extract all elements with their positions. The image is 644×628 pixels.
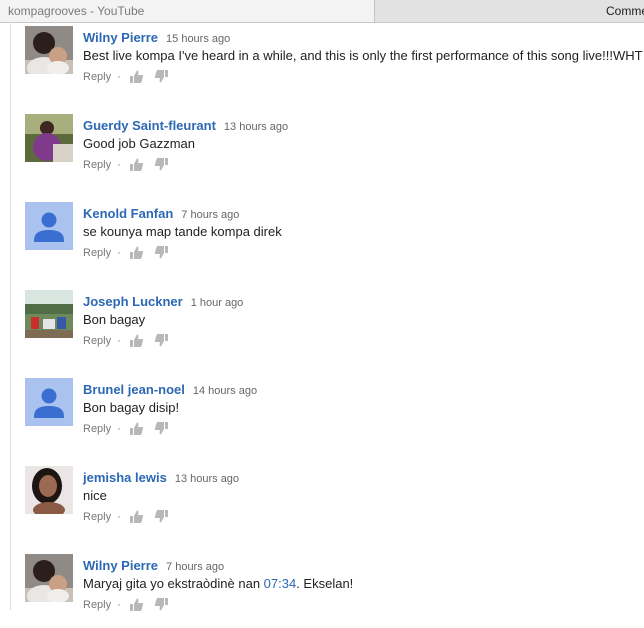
comment-text: Bon bagay bbox=[83, 312, 146, 327]
comment-text: Maryaj gita yo ekstraòdinè nan 07:34. Ek… bbox=[83, 576, 644, 591]
comment-item: Joseph Luckner 1 hour ago Bon bagay Reply… bbox=[25, 290, 644, 364]
comment-author-link[interactable]: Joseph Luckner bbox=[83, 294, 183, 309]
comment-author-link[interactable]: Wilny Pierre bbox=[83, 558, 158, 573]
video-timestamp-link[interactable]: 07:34 bbox=[264, 576, 297, 591]
separator-dot: · bbox=[117, 599, 121, 611]
reply-button[interactable]: Reply bbox=[83, 157, 111, 173]
separator-dot: · bbox=[117, 423, 121, 435]
default-avatar-icon[interactable] bbox=[25, 202, 73, 250]
comment-text: Good job Gazzman bbox=[83, 136, 196, 151]
tab-title: kompagrooves - YouTube bbox=[8, 4, 145, 18]
tab-comments[interactable]: Comme bbox=[375, 0, 644, 22]
comment-timestamp[interactable]: 13 hours ago bbox=[224, 121, 288, 133]
separator-dot: · bbox=[117, 335, 121, 347]
thumbs-down-icon[interactable] bbox=[154, 333, 169, 348]
avatar[interactable] bbox=[25, 466, 73, 514]
thumbs-down-icon[interactable] bbox=[154, 157, 169, 172]
avatar[interactable] bbox=[25, 290, 73, 338]
comment-text-part: . Ekselan! bbox=[296, 576, 354, 591]
thumbs-down-icon[interactable] bbox=[154, 69, 169, 84]
separator-dot: · bbox=[117, 159, 121, 171]
comment-timestamp[interactable]: 15 hours ago bbox=[166, 33, 230, 45]
thumbs-down-icon[interactable] bbox=[154, 509, 169, 524]
comment-author-link[interactable]: Kenold Fanfan bbox=[83, 206, 173, 221]
reply-button[interactable]: Reply bbox=[83, 421, 111, 437]
thumbs-up-icon[interactable] bbox=[129, 509, 144, 524]
comment-author-link[interactable]: Brunel jean-noel bbox=[83, 382, 185, 397]
comment-text: se kounya map tande kompa direk bbox=[83, 224, 282, 239]
comment-timestamp[interactable]: 1 hour ago bbox=[191, 297, 244, 309]
tab-title: Comme bbox=[606, 4, 644, 18]
comment-actions: Reply · bbox=[83, 69, 179, 85]
reply-button[interactable]: Reply bbox=[83, 69, 111, 85]
comment-author-link[interactable]: Wilny Pierre bbox=[83, 30, 158, 45]
page-left-border bbox=[10, 22, 11, 610]
reply-button[interactable]: Reply bbox=[83, 333, 111, 349]
thumbs-up-icon[interactable] bbox=[129, 245, 144, 260]
comment-actions: Reply · bbox=[83, 333, 179, 349]
thumbs-up-icon[interactable] bbox=[129, 421, 144, 436]
comment-text: nice bbox=[83, 488, 107, 503]
avatar[interactable] bbox=[25, 554, 73, 602]
comment-text-part: Maryaj gita yo ekstraòdinè nan bbox=[83, 576, 264, 591]
thumbs-down-icon[interactable] bbox=[154, 421, 169, 436]
comment-item: Brunel jean-noel 14 hours ago Bon bagay d… bbox=[25, 378, 644, 452]
comment-author-link[interactable]: jemisha lewis bbox=[83, 470, 167, 485]
comment-text: Bon bagay disip! bbox=[83, 400, 180, 415]
comment-actions: Reply · bbox=[83, 421, 179, 437]
comment-text: Best live kompa I've heard in a while, a… bbox=[83, 48, 643, 63]
comment-actions: Reply · bbox=[83, 597, 179, 613]
default-avatar-icon[interactable] bbox=[25, 378, 73, 426]
thumbs-down-icon[interactable] bbox=[154, 245, 169, 260]
separator-dot: · bbox=[117, 511, 121, 523]
comment-item: Guerdy Saint-fleurant 13 hours ago Good j… bbox=[25, 114, 644, 188]
thumbs-up-icon[interactable] bbox=[129, 69, 144, 84]
reply-button[interactable]: Reply bbox=[83, 245, 111, 261]
thumbs-up-icon[interactable] bbox=[129, 333, 144, 348]
reply-button[interactable]: Reply bbox=[83, 597, 111, 613]
avatar[interactable] bbox=[25, 114, 73, 162]
comment-item: Wilny Pierre 15 hours ago Best live kompa… bbox=[25, 26, 644, 100]
comment-timestamp[interactable]: 14 hours ago bbox=[193, 385, 257, 397]
avatar[interactable] bbox=[25, 26, 73, 74]
comment-actions: Reply · bbox=[83, 245, 179, 261]
comment-timestamp[interactable]: 7 hours ago bbox=[166, 561, 224, 573]
comment-timestamp[interactable]: 13 hours ago bbox=[175, 473, 239, 485]
comment-item: Kenold Fanfan 7 hours ago se kounya map t… bbox=[25, 202, 644, 276]
comment-actions: Reply · bbox=[83, 509, 179, 525]
tab-kompagrooves-youtube[interactable]: kompagrooves - YouTube bbox=[0, 0, 375, 22]
reply-button[interactable]: Reply bbox=[83, 509, 111, 525]
comment-item: jemisha lewis 13 hours ago nice Reply · bbox=[25, 466, 644, 540]
comment-actions: Reply · bbox=[83, 157, 179, 173]
comment-author-link[interactable]: Guerdy Saint-fleurant bbox=[83, 118, 216, 133]
comment-timestamp[interactable]: 7 hours ago bbox=[181, 209, 239, 221]
separator-dot: · bbox=[117, 247, 121, 259]
separator-dot: · bbox=[117, 71, 121, 83]
comment-item: Wilny Pierre 7 hours ago Maryaj gita yo e… bbox=[25, 554, 644, 628]
browser-tab-bar: kompagrooves - YouTube Comme bbox=[0, 0, 644, 23]
thumbs-up-icon[interactable] bbox=[129, 157, 144, 172]
